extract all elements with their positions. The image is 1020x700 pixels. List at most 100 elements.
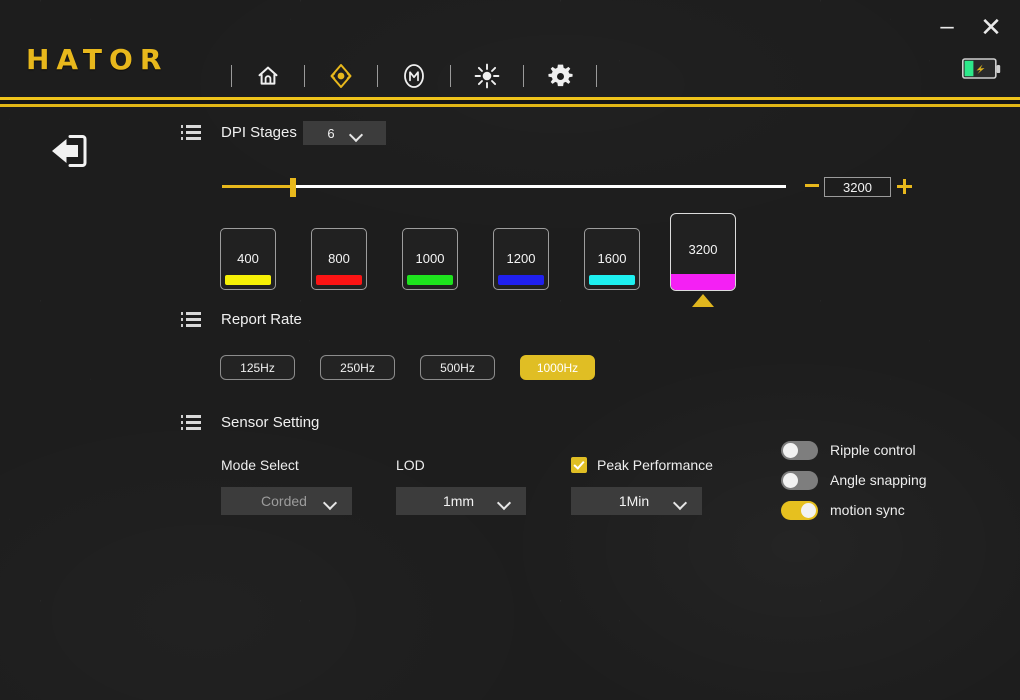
- dpi-stage-color-indicator: [671, 274, 735, 290]
- dpi-stage-1600[interactable]: 1600: [584, 228, 640, 290]
- mode-select-value: Corded: [261, 493, 307, 509]
- sensor-toggle-list: Ripple control Angle snapping motion sync: [781, 435, 927, 525]
- dpi-stage-1000[interactable]: 1000: [402, 228, 458, 290]
- nav-divider: [450, 65, 451, 87]
- lighting-icon: [473, 62, 501, 90]
- toggle-knob: [783, 442, 798, 458]
- nav-divider: [304, 65, 305, 87]
- gear-icon: [547, 63, 574, 90]
- peak-performance-checkbox[interactable]: [571, 457, 587, 473]
- home-icon: [255, 63, 281, 89]
- nav-divider: [377, 65, 378, 87]
- dpi-stage-label: 1000: [415, 251, 445, 266]
- toggle-row: motion sync: [781, 495, 927, 525]
- title-bar: – ✕: [0, 0, 1020, 44]
- lod-dropdown[interactable]: 1mm: [396, 487, 526, 515]
- dpi-slider-track: [222, 185, 786, 188]
- mode-select-label: Mode Select: [221, 457, 299, 473]
- dpi-stage-label: 400: [237, 251, 259, 266]
- report-rate-label: 500Hz: [440, 360, 475, 375]
- report-rate-500hz[interactable]: 500Hz: [420, 355, 495, 380]
- report-rate-label: 1000Hz: [536, 360, 579, 375]
- dpi-stage-1200[interactable]: 1200: [493, 228, 549, 290]
- dpi-value-text: 3200: [843, 179, 872, 195]
- dpi-stage-count-dropdown[interactable]: 6: [303, 121, 386, 145]
- app-window: – ✕ HATOR DPI Stages 6 3200 400 800 1000…: [0, 0, 1020, 700]
- toggle-motion-sync[interactable]: [781, 500, 818, 520]
- dpi-icon: [327, 62, 355, 90]
- macro-icon: [400, 62, 428, 90]
- report-rate-section-title: Report Rate: [221, 311, 302, 328]
- dpi-value-input[interactable]: 3200: [824, 177, 891, 197]
- nav-item-lighting[interactable]: [470, 59, 504, 93]
- dpi-slider[interactable]: [222, 178, 786, 197]
- nav-item-dpi[interactable]: [324, 59, 358, 93]
- lod-label: LOD: [396, 457, 425, 473]
- lod-value: 1mm: [442, 493, 475, 509]
- report-rate-1000hz[interactable]: 1000Hz: [520, 355, 595, 380]
- hator-logo: HATOR: [26, 43, 169, 76]
- toggle-label: Ripple control: [830, 442, 916, 458]
- nav-divider: [523, 65, 524, 87]
- toggle-label: motion sync: [830, 502, 905, 518]
- dpi-section-title: DPI Stages: [221, 124, 297, 141]
- dpi-stage-color-indicator: [225, 275, 271, 285]
- minimize-icon: –: [940, 13, 954, 40]
- peak-performance-dropdown[interactable]: 1Min: [571, 487, 702, 515]
- close-icon: ✕: [980, 12, 1002, 42]
- dpi-active-stage-marker: [692, 294, 714, 307]
- toggle-label: Angle snapping: [830, 472, 927, 488]
- peak-performance-row: Peak Performance: [571, 455, 713, 475]
- dpi-stage-label: 1200: [506, 251, 536, 266]
- dpi-section-list-icon: [181, 125, 201, 140]
- dpi-decrease-button[interactable]: [805, 184, 819, 187]
- report-rate-options: 125Hz 250Hz 500Hz 1000Hz: [220, 355, 620, 380]
- toggle-angle-snapping[interactable]: [781, 470, 818, 490]
- dpi-stage-color-indicator: [498, 275, 544, 285]
- dpi-stage-label: 800: [328, 251, 350, 266]
- back-button[interactable]: [48, 133, 88, 169]
- minimize-button[interactable]: –: [932, 12, 962, 42]
- peak-performance-value: 1Min: [618, 493, 650, 509]
- nav-item-macro[interactable]: [397, 59, 431, 93]
- toggle-knob: [801, 502, 816, 518]
- report-rate-label: 250Hz: [340, 360, 375, 375]
- close-button[interactable]: ✕: [976, 12, 1006, 42]
- main-navigation: [212, 58, 616, 94]
- dpi-slider-fill: [222, 185, 293, 188]
- toggle-ripple-control[interactable]: [781, 440, 818, 460]
- battery-charging-icon[interactable]: [962, 58, 1002, 80]
- header-divider-bottom: [0, 104, 1020, 107]
- dpi-stage-color-indicator: [589, 275, 635, 285]
- toggle-knob: [783, 472, 798, 488]
- toggle-row: Ripple control: [781, 435, 927, 465]
- sensor-section-list-icon: [181, 415, 201, 430]
- chevron-down-icon: [675, 498, 686, 505]
- dpi-stage-label: 3200: [688, 242, 718, 257]
- exit-arrow-icon: [48, 135, 88, 173]
- dpi-stage-color-indicator: [407, 275, 453, 285]
- dpi-slider-handle[interactable]: [290, 178, 296, 197]
- sensor-section-title: Sensor Setting: [221, 414, 320, 431]
- dpi-increase-button[interactable]: [897, 179, 912, 194]
- report-rate-label: 125Hz: [240, 360, 275, 375]
- dpi-stage-list: 400 800 1000 1200 1600 3200: [220, 213, 800, 308]
- dpi-stage-3200[interactable]: 3200: [670, 213, 736, 291]
- nav-item-home[interactable]: [251, 59, 285, 93]
- dpi-stage-label: 1600: [597, 251, 627, 266]
- nav-divider: [231, 65, 232, 87]
- nav-item-settings[interactable]: [543, 59, 577, 93]
- dpi-stage-count-value: 6: [327, 125, 335, 141]
- mode-select-dropdown[interactable]: Corded: [221, 487, 352, 515]
- report-rate-250hz[interactable]: 250Hz: [320, 355, 395, 380]
- dpi-stage-800[interactable]: 800: [311, 228, 367, 290]
- peak-performance-label: Peak Performance: [597, 457, 713, 473]
- chevron-down-icon: [351, 130, 362, 137]
- dpi-stage-color-indicator: [316, 275, 362, 285]
- report-rate-125hz[interactable]: 125Hz: [220, 355, 295, 380]
- chevron-down-icon: [499, 498, 510, 505]
- dpi-stage-400[interactable]: 400: [220, 228, 276, 290]
- nav-divider: [596, 65, 597, 87]
- toggle-row: Angle snapping: [781, 465, 927, 495]
- report-rate-section-list-icon: [181, 312, 201, 327]
